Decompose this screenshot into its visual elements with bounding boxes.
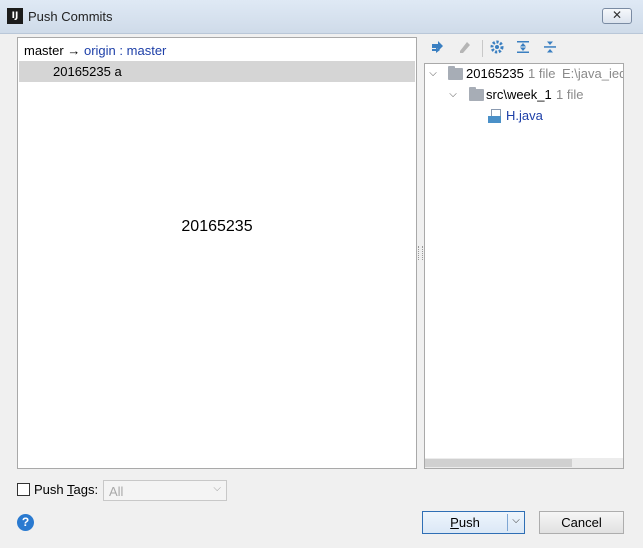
push-tags-checkbox[interactable] [17, 483, 30, 496]
local-branch: master [24, 43, 64, 58]
commits-panel: master → origin : master 20165235 a 2016… [17, 37, 417, 469]
scrollbar-thumb[interactable] [425, 459, 572, 467]
title-bar: IJ Push Commits ✕ [0, 0, 643, 34]
push-tags-dropdown[interactable]: All ⌵ [103, 480, 227, 501]
chevron-down-icon[interactable]: ⌵ [447, 85, 459, 105]
file-name: H.java [506, 108, 543, 123]
arrow-glyph: → [67, 43, 81, 58]
chevron-down-icon[interactable]: ⌵ [509, 515, 523, 526]
cancel-button[interactable]: Cancel [539, 511, 624, 534]
toolbar-separator [482, 40, 483, 57]
push-button-divider [507, 514, 508, 531]
settings-icon[interactable] [488, 39, 506, 57]
remote-branch-link[interactable]: master [127, 43, 167, 58]
horizontal-scrollbar[interactable] [425, 458, 623, 468]
push-tags-label[interactable]: Push Tags: [34, 482, 98, 497]
window-title: Push Commits [28, 9, 113, 24]
intellij-app-icon: IJ [7, 8, 23, 24]
folder-icon [469, 87, 484, 101]
chevron-down-icon[interactable]: ⌵ [427, 64, 439, 84]
remote-separator: : [119, 43, 124, 58]
root-path: E:\java_ied [562, 66, 624, 81]
branch-mapping: master → origin : master [24, 43, 166, 58]
java-file-icon [488, 109, 501, 123]
tags-selected-value: All [109, 484, 124, 499]
commit-details: 20165235 [181, 218, 253, 235]
changed-files-tree: ⌵ 20165235 1 file E:\java_ied ⌵ src\week… [424, 63, 624, 469]
root-file-count: 1 file [528, 66, 556, 81]
folder-file-count: 1 file [556, 87, 584, 102]
expand-diff-icon[interactable] [429, 39, 447, 57]
push-button[interactable]: Push ⌵ [422, 511, 525, 534]
collapse-all-icon[interactable] [541, 39, 559, 57]
edit-source-icon[interactable] [456, 39, 474, 57]
close-button[interactable]: ✕ [602, 8, 632, 24]
remote-name-link[interactable]: origin [84, 43, 116, 58]
root-name: 20165235 [466, 66, 524, 81]
folder-icon [448, 66, 463, 80]
expand-all-icon[interactable] [514, 39, 532, 57]
commit-label: 20165235 a [53, 64, 122, 79]
chevron-down-icon: ⌵ [213, 483, 221, 494]
folder-name: src\week_1 [486, 87, 552, 102]
commit-row[interactable]: 20165235 a [19, 61, 415, 82]
splitter-handle[interactable] [418, 246, 423, 260]
help-icon[interactable]: ? [17, 514, 34, 531]
push-button-label: Push [450, 515, 480, 530]
